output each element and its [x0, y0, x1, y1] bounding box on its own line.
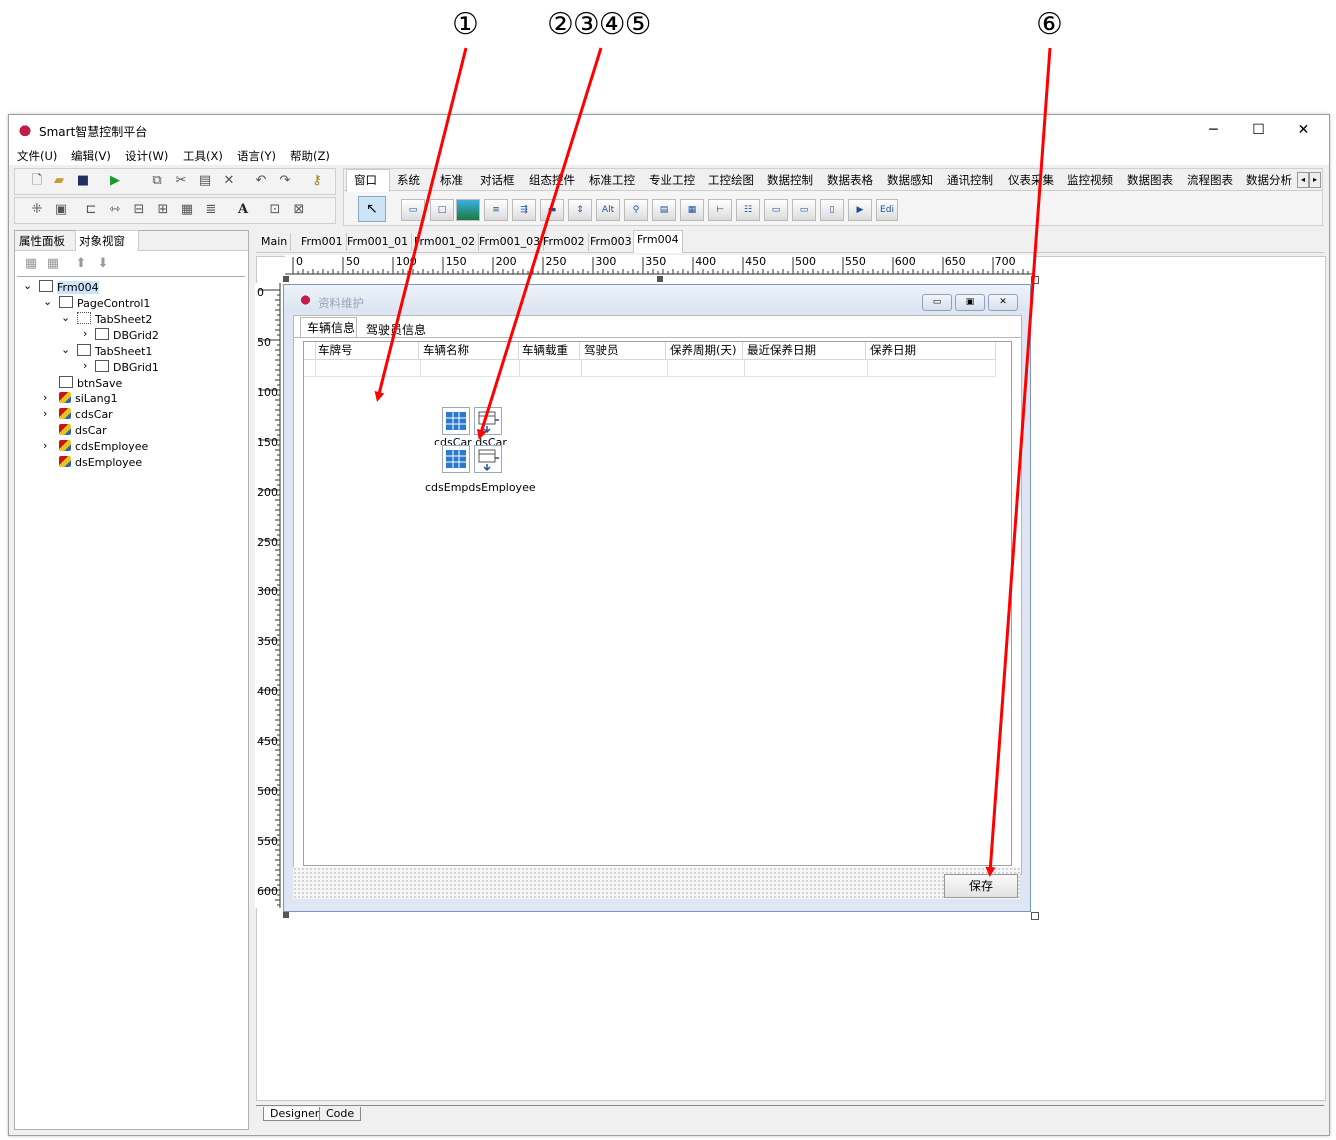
- arrow-6: [985, 47, 1052, 877]
- annotation-arrows: [374, 47, 1052, 877]
- arrow-1: [374, 47, 468, 402]
- arrow-2: [477, 47, 603, 440]
